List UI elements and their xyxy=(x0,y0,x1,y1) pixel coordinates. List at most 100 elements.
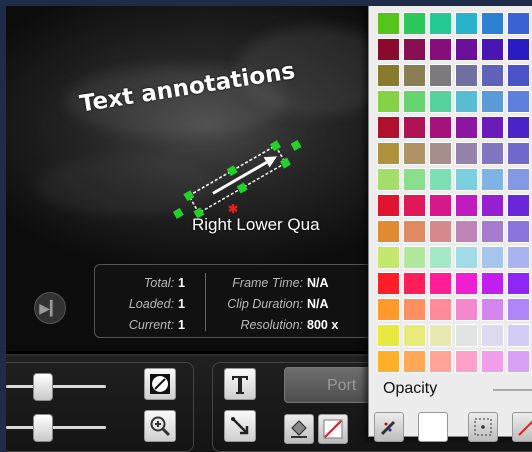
color-swatch[interactable] xyxy=(507,90,530,113)
color-swatch[interactable] xyxy=(481,324,504,347)
color-swatch[interactable] xyxy=(403,38,426,61)
color-swatch[interactable] xyxy=(481,142,504,165)
color-swatch[interactable] xyxy=(377,168,400,191)
color-swatch[interactable] xyxy=(481,90,504,113)
color-swatch[interactable] xyxy=(455,38,478,61)
color-swatch[interactable] xyxy=(377,38,400,61)
color-swatch[interactable] xyxy=(429,38,452,61)
color-swatch[interactable] xyxy=(429,64,452,87)
color-swatch[interactable] xyxy=(429,324,452,347)
color-swatch[interactable] xyxy=(377,246,400,269)
color-swatch[interactable] xyxy=(507,298,530,321)
color-swatch[interactable] xyxy=(507,324,530,347)
color-swatch[interactable] xyxy=(455,246,478,269)
color-swatch[interactable] xyxy=(507,194,530,217)
color-swatch[interactable] xyxy=(403,168,426,191)
opacity-slider[interactable] xyxy=(493,389,532,391)
color-swatch[interactable] xyxy=(507,246,530,269)
color-swatch[interactable] xyxy=(455,220,478,243)
color-swatch[interactable] xyxy=(377,324,400,347)
color-swatch[interactable] xyxy=(377,142,400,165)
color-swatch[interactable] xyxy=(481,272,504,295)
slider-track[interactable] xyxy=(6,385,106,388)
color-swatch[interactable] xyxy=(507,64,530,87)
reset-button[interactable] xyxy=(144,368,176,400)
color-swatch[interactable] xyxy=(429,220,452,243)
color-swatch[interactable] xyxy=(455,324,478,347)
color-swatch[interactable] xyxy=(507,38,530,61)
color-swatch[interactable] xyxy=(403,220,426,243)
color-swatch[interactable] xyxy=(377,12,400,35)
zoom-button[interactable] xyxy=(144,410,176,442)
line-color-button[interactable] xyxy=(374,412,404,442)
color-swatch[interactable] xyxy=(403,90,426,113)
color-swatch[interactable] xyxy=(403,350,426,373)
color-swatch[interactable] xyxy=(481,116,504,139)
color-swatch[interactable] xyxy=(455,350,478,373)
color-swatch[interactable] xyxy=(403,142,426,165)
color-swatch[interactable] xyxy=(429,12,452,35)
color-swatch[interactable] xyxy=(429,194,452,217)
color-swatch[interactable] xyxy=(455,116,478,139)
color-swatch[interactable] xyxy=(481,194,504,217)
portrait-button[interactable]: Port xyxy=(284,367,380,403)
color-swatch[interactable] xyxy=(507,168,530,191)
resize-handle[interactable] xyxy=(270,140,281,152)
selected-color-swatch[interactable] xyxy=(418,412,448,442)
color-swatch[interactable] xyxy=(455,272,478,295)
color-swatch[interactable] xyxy=(377,64,400,87)
color-swatch[interactable] xyxy=(403,298,426,321)
fill-color-button[interactable] xyxy=(284,414,314,444)
color-swatch[interactable] xyxy=(403,324,426,347)
brightness-slider-thumb[interactable] xyxy=(33,373,53,401)
color-swatch[interactable] xyxy=(507,272,530,295)
color-swatch[interactable] xyxy=(377,220,400,243)
color-swatch[interactable] xyxy=(455,194,478,217)
color-swatch[interactable] xyxy=(455,90,478,113)
region-label[interactable]: Right Lower Qua xyxy=(192,215,320,235)
color-swatch[interactable] xyxy=(403,12,426,35)
color-swatch[interactable] xyxy=(377,350,400,373)
color-swatch[interactable] xyxy=(455,64,478,87)
color-swatch[interactable] xyxy=(481,350,504,373)
color-picker-popup[interactable]: Opacity xyxy=(368,6,532,437)
color-swatch[interactable] xyxy=(429,246,452,269)
color-swatch[interactable] xyxy=(481,168,504,191)
color-swatch[interactable] xyxy=(481,12,504,35)
color-swatch[interactable] xyxy=(429,142,452,165)
slider-track[interactable] xyxy=(6,426,106,429)
play-icon[interactable]: ▶▎ xyxy=(34,292,66,324)
color-swatch[interactable] xyxy=(429,90,452,113)
color-swatch[interactable] xyxy=(455,298,478,321)
color-swatch[interactable] xyxy=(507,220,530,243)
color-swatch[interactable] xyxy=(403,116,426,139)
color-swatch[interactable] xyxy=(481,64,504,87)
color-swatch[interactable] xyxy=(377,116,400,139)
color-swatch[interactable] xyxy=(429,298,452,321)
color-swatch[interactable] xyxy=(377,298,400,321)
color-swatch[interactable] xyxy=(481,220,504,243)
color-swatch[interactable] xyxy=(429,350,452,373)
arrow-tool-button[interactable] xyxy=(224,410,256,442)
color-swatch[interactable] xyxy=(455,12,478,35)
color-swatch[interactable] xyxy=(507,142,530,165)
resize-handle[interactable] xyxy=(183,190,195,202)
contrast-slider-thumb[interactable] xyxy=(33,414,53,442)
color-swatch[interactable] xyxy=(377,90,400,113)
grid-button[interactable] xyxy=(468,412,498,442)
color-swatch[interactable] xyxy=(377,272,400,295)
color-swatch[interactable] xyxy=(507,116,530,139)
color-swatch[interactable] xyxy=(403,64,426,87)
color-swatch[interactable] xyxy=(481,38,504,61)
color-swatch[interactable] xyxy=(403,272,426,295)
color-swatch[interactable] xyxy=(429,116,452,139)
text-tool-button[interactable] xyxy=(224,368,256,400)
resize-handle[interactable] xyxy=(226,165,238,177)
resize-handle[interactable] xyxy=(280,157,291,169)
resize-handle[interactable] xyxy=(236,182,248,194)
color-swatch[interactable] xyxy=(429,168,452,191)
resize-handle[interactable] xyxy=(172,207,184,219)
erase-button[interactable] xyxy=(512,412,532,442)
no-color-swatch[interactable] xyxy=(318,414,348,444)
color-swatch[interactable] xyxy=(455,142,478,165)
